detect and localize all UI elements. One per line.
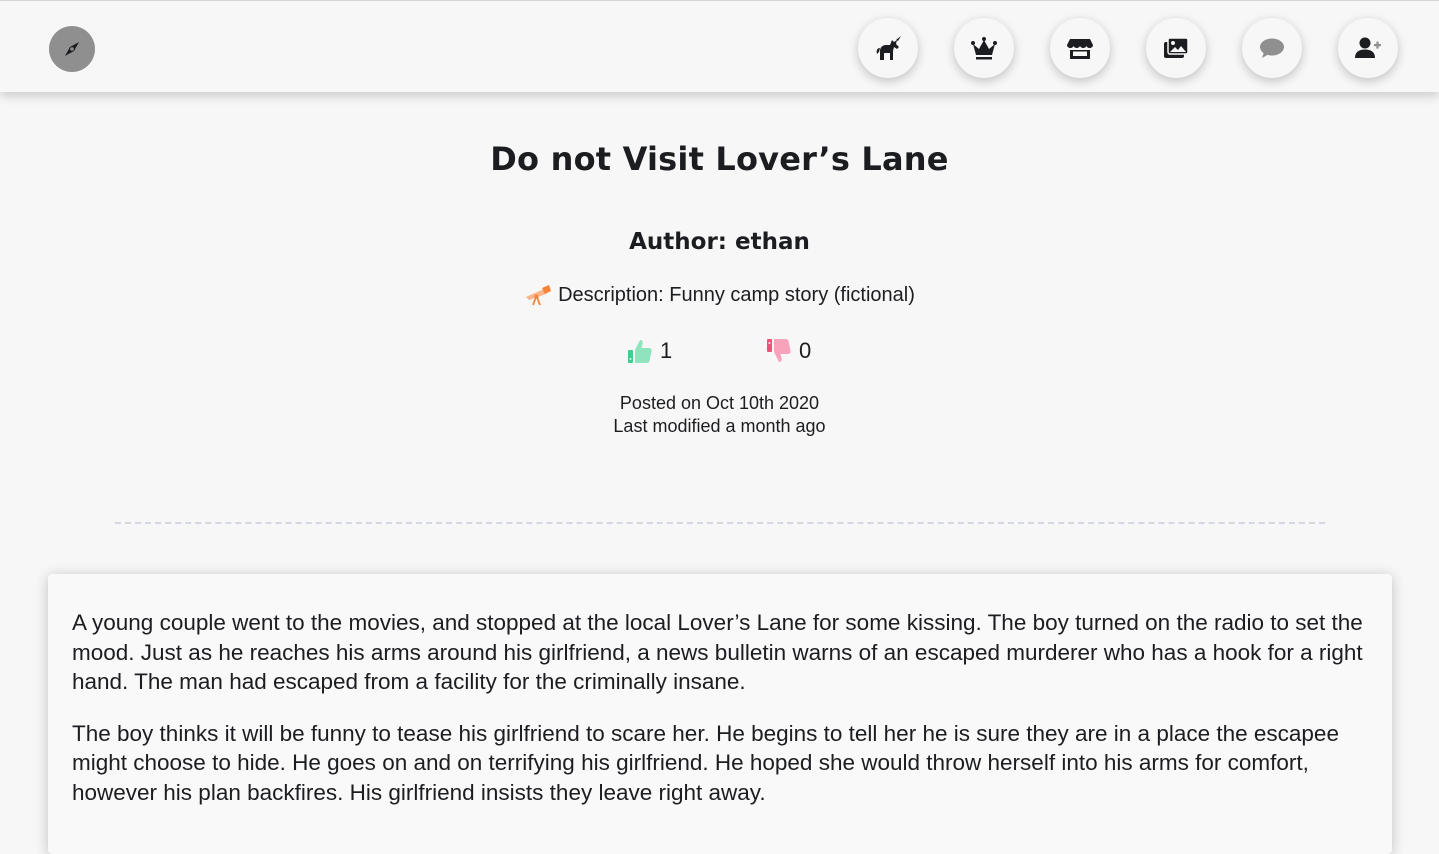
unicorn-nav-button[interactable] [858, 18, 918, 78]
post-title: Do not Visit Lover’s Lane [490, 140, 949, 178]
images-icon [1164, 37, 1189, 58]
chat-nav-button[interactable] [1242, 18, 1302, 78]
compass-icon [65, 42, 79, 56]
post-paragraph: The boy thinks it will be funny to tease… [72, 720, 1339, 805]
post-paragraph: A young couple went to the movies, and s… [72, 610, 1363, 694]
like-count: 1 [660, 338, 673, 363]
dislike-count: 0 [799, 338, 812, 363]
top-navigation-bar [0, 0, 1439, 92]
post-dates: Posted on Oct 10th 2020 Last modified a … [0, 392, 1439, 438]
section-divider [115, 522, 1325, 524]
modified-date: Last modified a month ago [613, 416, 826, 436]
comment-icon [1260, 38, 1284, 58]
crown-nav-button[interactable] [954, 18, 1014, 78]
store-nav-button[interactable] [1050, 18, 1110, 78]
thumbs-up-icon [628, 340, 652, 363]
dislike-button[interactable]: 0 [765, 336, 811, 366]
thumbs-down-icon [767, 339, 791, 362]
posted-date: Posted on Oct 10th 2020 [619, 393, 820, 413]
home-compass-button[interactable] [49, 26, 95, 72]
post-description-row: Description: Funny camp story (fictional… [0, 283, 1439, 307]
crown-icon [971, 37, 997, 60]
post-body-card: A young couple went to the movies, and s… [48, 574, 1392, 854]
telescope-icon [526, 285, 552, 306]
post-author: Author: ethan [629, 229, 810, 255]
unicorn-icon [876, 36, 901, 60]
signup-nav-button[interactable] [1338, 18, 1398, 78]
post-description: Description: Funny camp story (fictional… [558, 283, 915, 306]
user-plus-icon [1355, 37, 1381, 58]
like-button[interactable]: 1 [626, 336, 672, 366]
store-icon [1067, 39, 1093, 59]
gallery-nav-button[interactable] [1146, 18, 1206, 78]
